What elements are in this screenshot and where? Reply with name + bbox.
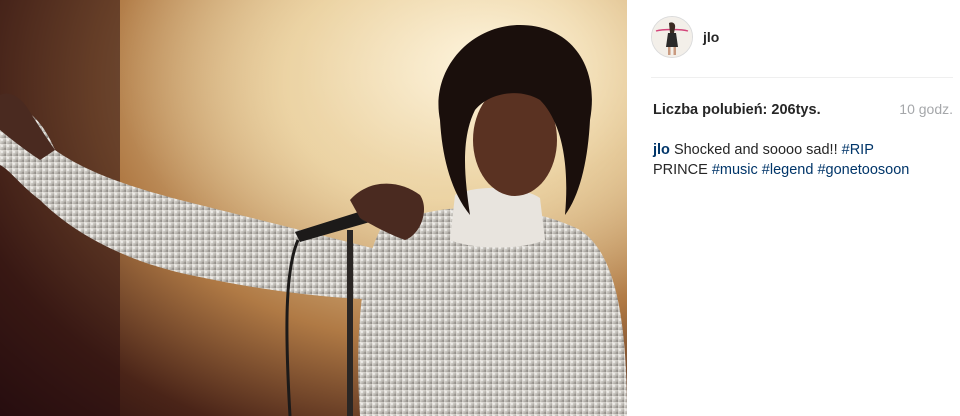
caption-text-2: PRINCE [653, 162, 712, 178]
caption-author[interactable]: jlo [653, 142, 670, 158]
username[interactable]: jlo [703, 29, 719, 45]
likes-count[interactable]: Liczba polubień: 206tys. [653, 102, 821, 118]
hashtag-rip[interactable]: #RIP [842, 142, 874, 158]
post-header: jlo [651, 15, 953, 59]
post-details-panel: jlo Liczba polubień: 206tys. 10 godz. jl… [627, 0, 960, 416]
avatar[interactable] [651, 16, 693, 58]
post-photo-image [0, 0, 627, 416]
likes-row: Liczba polubień: 206tys. 10 godz. [653, 101, 953, 118]
hashtag-music[interactable]: #music [712, 162, 758, 178]
caption-text: Shocked and soooo sad!! [669, 142, 842, 158]
post-time[interactable]: 10 godz. [899, 101, 953, 117]
divider [651, 77, 953, 78]
post-photo[interactable] [0, 0, 627, 416]
hashtag-legend[interactable]: #legend [762, 162, 814, 178]
post-caption: jlo Shocked and soooo sad!! #RIP PRINCE #… [653, 140, 953, 180]
hashtag-gonetoosoon[interactable]: #gonetoosoon [817, 162, 909, 178]
avatar-image [652, 17, 692, 57]
